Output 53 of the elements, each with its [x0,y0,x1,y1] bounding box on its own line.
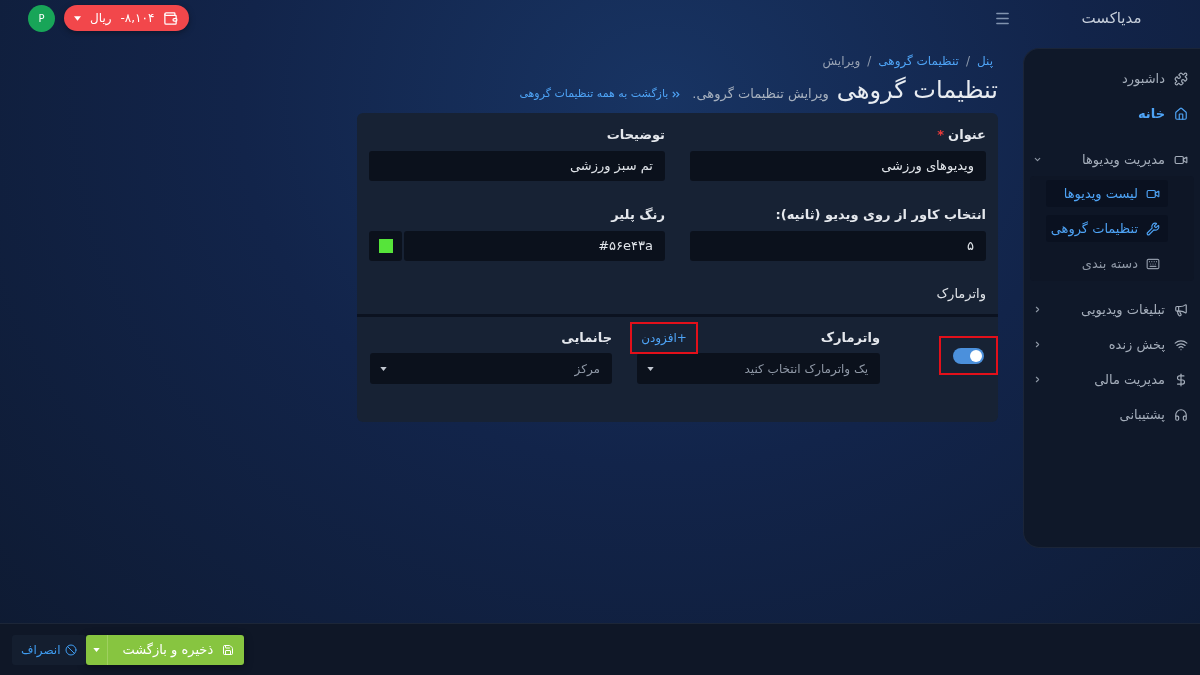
breadcrumb-separator: / [965,53,970,70]
caret-icon [380,366,387,371]
dollar-icon [1174,372,1188,387]
breadcrumb-link[interactable]: تنظیمات گروهی [878,52,959,70]
headphones-icon [1174,407,1188,422]
caret-icon [74,15,81,21]
text-field[interactable]: ۵ [690,231,986,261]
page-title: تنظیمات گروهی [836,76,998,105]
submenu-item[interactable]: تنظیمات گروهی [1046,215,1168,242]
breadcrumb-separator: / [867,53,872,70]
submenu-item[interactable]: دسته بندی [1046,250,1168,277]
ban-icon [65,643,78,656]
page-subtitle: ویرایش تنظیمات گروهی. [692,85,829,104]
caret-icon [647,366,654,371]
toggle-switch[interactable] [953,347,984,364]
sidebar-item[interactable]: مدیریت ویدیوها [1024,143,1200,176]
text-field[interactable]: #۵۶e۴۳a [404,231,665,261]
puzzle-icon [1174,71,1188,86]
section-title: واترمارک [936,285,986,302]
home-icon [1174,106,1188,121]
text-field[interactable]: تم سبز ورزشی [369,151,665,181]
select-field[interactable]: یک واترمارک انتخاب کنید [637,353,880,384]
add-link[interactable]: +افزودن [641,328,687,347]
sidebar-item[interactable]: تبلیغات ویدیویی [1024,292,1200,327]
megaphone-icon [1174,302,1188,317]
field-label: انتخاب کاور از روی ویدیو (ثانیه): [775,206,986,223]
wallet-balance-button[interactable]: -۸,۱۰۴ ریال [64,5,190,31]
sidebar-item[interactable]: پشتیبانی [1024,397,1200,432]
sidebar-item[interactable]: پخش زنده [1024,327,1200,362]
wifi-icon [1174,337,1188,352]
keyboard-icon [1146,256,1160,271]
caret-icon [93,647,101,652]
back-link[interactable]: بازگشت به همه تنظیمات گروهی [519,86,681,103]
field-label: واترمارک [820,328,880,347]
cancel-button[interactable]: انصراف [12,634,87,665]
text-field[interactable]: ویدیوهای ورزشی [690,151,986,181]
breadcrumb-current: ویرایش [822,53,861,70]
select-field[interactable]: مرکز [370,353,612,384]
breadcrumb-link[interactable]: پنل [976,52,993,70]
field-label: رنگ پلیر [611,206,665,223]
save-icon [222,643,235,656]
submenu-item[interactable]: لیست ویدیوها [1046,180,1168,207]
app-logo: مدیاکست [1081,7,1142,29]
color-picker-button[interactable] [369,231,402,261]
sidebar-item[interactable]: مدیریت مالی [1024,362,1200,397]
sidebar-item[interactable]: داشبورد [1024,61,1200,96]
double-chevron-icon [672,91,681,98]
field-label: توضیحات [606,126,665,143]
wallet-icon [163,10,179,26]
field-label: جانمایی [561,328,612,347]
field-label: عنوان * [937,126,986,143]
sidebar-item[interactable]: خانه [1024,96,1200,131]
wrench-icon [1146,221,1160,236]
